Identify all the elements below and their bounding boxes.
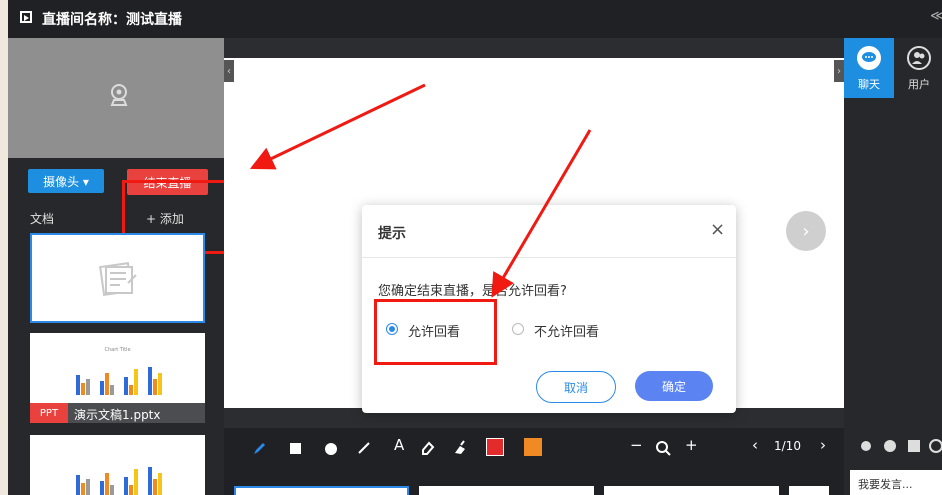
arrow-to-end-button (249, 83, 426, 170)
annotation-arrows (249, 83, 592, 298)
arrow-to-allow-option (491, 129, 592, 298)
